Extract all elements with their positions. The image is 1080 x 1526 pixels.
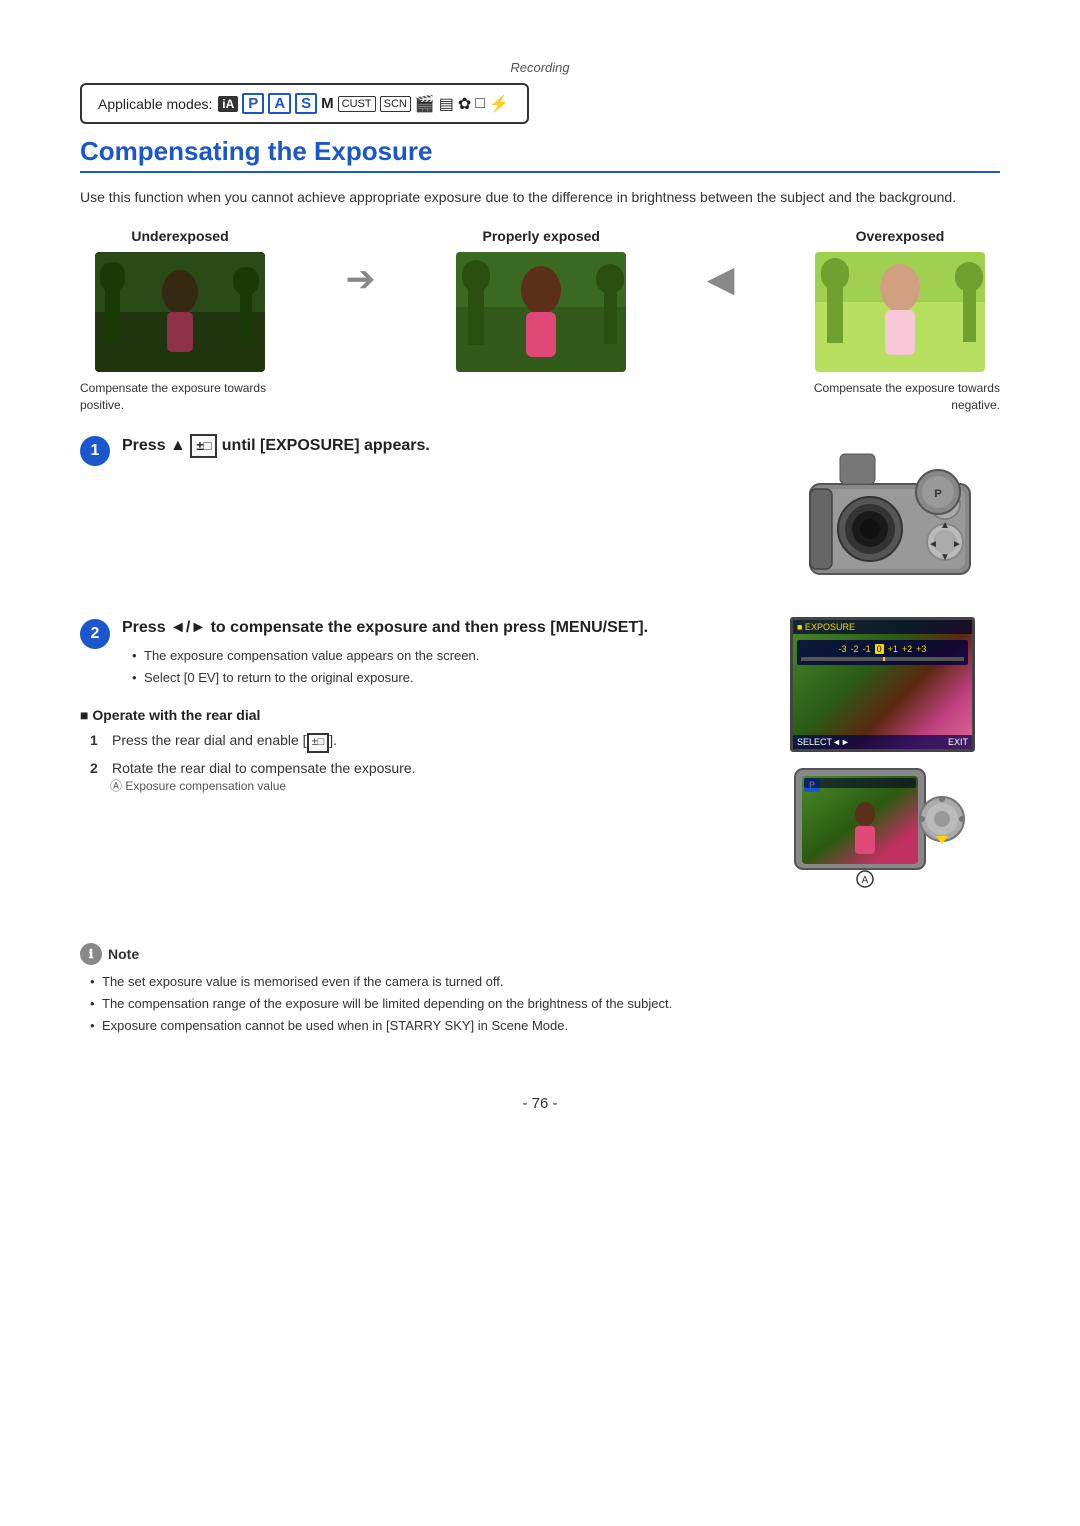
svg-text:▲: ▲ bbox=[940, 520, 950, 531]
note-title: Note bbox=[108, 946, 139, 962]
mode-movie-icon: 🎬 bbox=[415, 94, 435, 114]
step1-row: 1 Press ▲ ±□ until [EXPOSURE] appears. bbox=[80, 434, 1000, 593]
screen-top-bar: ■ EXPOSURE bbox=[793, 620, 972, 634]
note-header: ℹ Note bbox=[80, 943, 1000, 965]
underexposed-item: Underexposed Compensate the exposure tow… bbox=[80, 228, 280, 414]
arrow-left-icon: ◀ bbox=[707, 228, 735, 300]
screen-bottom-bar: SELECT◄►EXIT bbox=[793, 735, 972, 749]
step2-left: 2 Press ◄/► to compensate the exposure a… bbox=[80, 617, 770, 806]
note-bullet1: The set exposure value is memorised even… bbox=[90, 973, 1000, 991]
mode-a: A bbox=[268, 93, 291, 114]
underexposed-label: Underexposed bbox=[131, 228, 228, 244]
underexposed-photo bbox=[95, 252, 265, 372]
mode-scn: SCN bbox=[380, 96, 411, 112]
step2-images: ■ EXPOSURE -3-2-1 0 +1+2+3 SELECT◄►EXIT bbox=[790, 617, 1000, 919]
exposure-screen: ■ EXPOSURE -3-2-1 0 +1+2+3 SELECT◄►EXIT bbox=[790, 617, 975, 752]
step2-bullet2: Select [0 EV] to return to the original … bbox=[132, 669, 770, 687]
svg-text:►: ► bbox=[952, 539, 962, 550]
svg-text:ℹ: ℹ bbox=[89, 947, 94, 961]
operate-title: Operate with the rear dial bbox=[80, 707, 770, 723]
step2-text: Press ◄/► to compensate the exposure and… bbox=[122, 619, 648, 636]
operate-steps: 1 Press the rear dial and enable [±□]. 2… bbox=[80, 731, 770, 795]
page-number: - 76 - bbox=[80, 1095, 1000, 1112]
proper-item: Properly exposed bbox=[441, 228, 641, 372]
mode-pano-icon: ▤ bbox=[439, 94, 454, 114]
operate-step1: 1 Press the rear dial and enable [±□]. bbox=[90, 731, 770, 752]
section-title: Compensating the Exposure bbox=[80, 136, 1000, 173]
caption-negative: Compensate the exposure towards negative… bbox=[800, 380, 1000, 414]
overexposed-item: Overexposed Compensate the exposure towa… bbox=[800, 228, 1000, 414]
proper-label: Properly exposed bbox=[482, 228, 600, 244]
svg-text:A: A bbox=[862, 875, 869, 886]
mode-p: P bbox=[242, 93, 264, 114]
screen-bg bbox=[793, 620, 972, 749]
note-bullet2: The compensation range of the exposure w… bbox=[90, 995, 1000, 1013]
note-section: ℹ Note The set exposure value is memoris… bbox=[80, 943, 1000, 1036]
step2-bullets: The exposure compensation value appears … bbox=[122, 647, 770, 687]
mode-scene1-icon: ✿ bbox=[458, 94, 471, 114]
caption-positive: Compensate the exposure towards positive… bbox=[80, 380, 280, 414]
proper-photo bbox=[456, 252, 626, 372]
step1-text: Press ▲ ±□ until [EXPOSURE] appears. bbox=[122, 437, 430, 454]
operate-step2: 2 Rotate the rear dial to compensate the… bbox=[90, 759, 770, 795]
step2-number: 2 bbox=[80, 619, 110, 649]
svg-text:▼: ▼ bbox=[940, 552, 950, 563]
recording-label: Recording bbox=[80, 60, 1000, 75]
camera-top-view-svg: P ▲ ▼ ◄ ► bbox=[790, 434, 990, 589]
mode-ia: iA bbox=[218, 96, 238, 112]
svg-text:◄: ◄ bbox=[928, 539, 938, 550]
applicable-modes-box: Applicable modes: iA P A S M CUST SCN 🎬 … bbox=[80, 83, 529, 124]
mode-custom2-icon: ⚡ bbox=[489, 94, 509, 114]
arrow-right-icon: ➔ bbox=[346, 228, 376, 300]
intro-text: Use this function when you cannot achiev… bbox=[80, 187, 1000, 208]
step1-number: 1 bbox=[80, 436, 110, 466]
mode-cust: CUST bbox=[338, 96, 376, 112]
step2-bullet1: The exposure compensation value appears … bbox=[132, 647, 770, 665]
step1-left: 1 Press ▲ ±□ until [EXPOSURE] appears. bbox=[80, 434, 770, 466]
applicable-label: Applicable modes: bbox=[98, 96, 212, 112]
operate-sub-note: Ⓐ Exposure compensation value bbox=[90, 778, 286, 795]
exposure-examples: Underexposed Compensate the exposure tow… bbox=[80, 228, 1000, 414]
mode-scene2-icon: □ bbox=[475, 95, 485, 113]
mode-s: S bbox=[295, 93, 317, 114]
step1-image: P ▲ ▼ ◄ ► bbox=[790, 434, 1000, 593]
step2-row: 2 Press ◄/► to compensate the exposure a… bbox=[80, 617, 1000, 919]
overexposed-photo bbox=[815, 252, 985, 372]
mode-m: M bbox=[321, 95, 334, 112]
note-icon: ℹ bbox=[80, 943, 102, 965]
overexposed-label: Overexposed bbox=[856, 228, 945, 244]
note-bullet3: Exposure compensation cannot be used whe… bbox=[90, 1017, 1000, 1035]
note-bullets: The set exposure value is memorised even… bbox=[80, 973, 1000, 1036]
camera-rear-svg: P A bbox=[790, 764, 975, 919]
svg-text:P: P bbox=[934, 488, 941, 500]
operate-section: Operate with the rear dial 1 Press the r… bbox=[80, 707, 770, 795]
